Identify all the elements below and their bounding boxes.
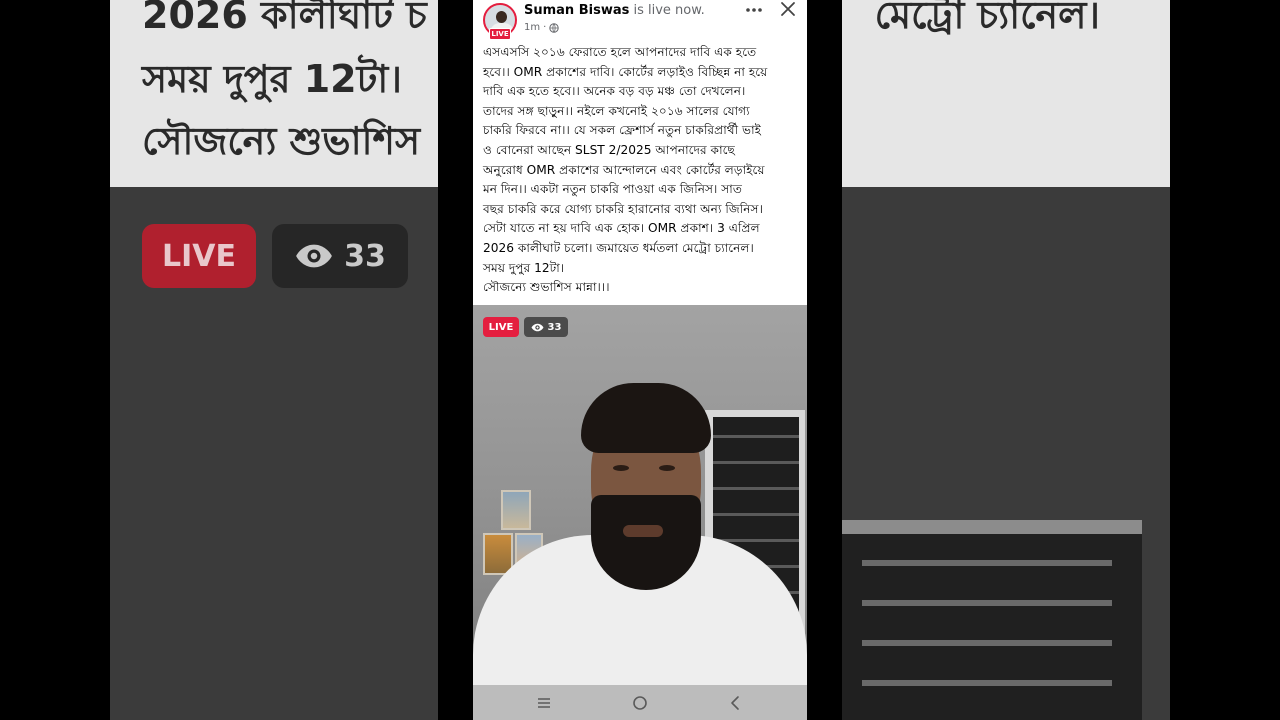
background-caption-area: মেট্রো চ্যানেল। bbox=[842, 0, 1170, 187]
home-icon bbox=[633, 696, 647, 710]
system-navigation-bar bbox=[473, 685, 807, 720]
background-live-badge: LIVE bbox=[142, 224, 256, 288]
live-video[interactable]: LIVE 33 bbox=[473, 305, 807, 685]
author-line: Suman Biswas is live now. bbox=[524, 3, 705, 18]
globe-icon bbox=[549, 22, 559, 33]
background-window bbox=[842, 520, 1142, 720]
caption-line: অনুরোধ OMR প্রকাশের আন্দোলনে এবং কোর্টের… bbox=[483, 162, 765, 177]
eye-icon bbox=[531, 323, 543, 331]
post-header: LIVE Suman Biswas is live now. 1m · bbox=[473, 0, 807, 40]
background-left-panel: 2026 কালীঘাট চ সময় দুপুর 12টা। সৌজন্যে … bbox=[110, 0, 438, 720]
close-icon bbox=[781, 2, 795, 16]
post-caption: এসএসসি ২০১৬ ফেরাতে হলে আপনাদের দাবি এক হ… bbox=[483, 43, 803, 298]
caption-line: 2026 কালীঘাট চলো। জমায়েত ধর্মতলা মেট্রো… bbox=[483, 240, 754, 255]
back-button[interactable] bbox=[726, 693, 746, 713]
caption-line: চাকরি ফিরবে না।। যে সকল ফ্রেশার্স নতুন চ… bbox=[483, 123, 761, 138]
caption-line: সময় দুপুর 12টা। bbox=[483, 260, 565, 275]
recents-button[interactable] bbox=[534, 693, 554, 713]
caption-line: হবে।। OMR প্রকাশের দাবি। কোর্টের লড়াইও … bbox=[483, 64, 768, 79]
post-meta: 1m · bbox=[524, 22, 559, 33]
background-caption-line: মেট্রো চ্যানেল। bbox=[874, 0, 1100, 37]
more-options-button[interactable] bbox=[743, 0, 765, 20]
screen: 2026 কালীঘাট চ সময় দুপুর 12টা। সৌজন্যে … bbox=[0, 0, 1280, 720]
caption-line: তাদের সঙ্গ ছাড়ুন।। নইলে কখনোই ২০১৬ সালে… bbox=[483, 103, 750, 118]
post-time: 1m bbox=[524, 22, 541, 33]
viewer-count-badge: 33 bbox=[524, 317, 568, 337]
streamer-eye bbox=[659, 465, 675, 471]
streamer-mouth bbox=[623, 525, 663, 537]
more-options-icon bbox=[746, 8, 762, 12]
caption-line: দাবি এক হতে হবে।। অনেক বড় বড় মঞ্চ তো দ… bbox=[483, 84, 746, 99]
wall-picture bbox=[501, 490, 531, 530]
background-caption-line: সৌজন্যে শুভাশিস bbox=[142, 119, 421, 163]
background-views-badge: 33 bbox=[272, 224, 408, 288]
background-caption-line: সময় দুপুর 12টা। bbox=[142, 57, 402, 101]
author-name[interactable]: Suman Biswas bbox=[524, 3, 629, 18]
background-caption-area: 2026 কালীঘাট চ সময় দুপুর 12টা। সৌজন্যে … bbox=[110, 0, 438, 187]
background-right-panel: মেট্রো চ্যানেল। bbox=[842, 0, 1170, 720]
home-button[interactable] bbox=[630, 693, 650, 713]
caption-line: সৌজন্যে শুভাশিস মান্না।।। bbox=[483, 280, 610, 295]
caption-line: মন দিন।। একটা নতুন চাকরি পাওয়া এক জিনিস… bbox=[483, 182, 742, 197]
phone-screen: LIVE Suman Biswas is live now. 1m · এসএস… bbox=[473, 0, 807, 720]
streamer-eye bbox=[613, 465, 629, 471]
eye-icon bbox=[296, 244, 332, 268]
close-button[interactable] bbox=[779, 0, 801, 20]
back-icon bbox=[731, 696, 739, 710]
caption-line: ও বোনেরা আছেন SLST 2/2025 আপনাদের কাছে bbox=[483, 142, 735, 157]
caption-line: এসএসসি ২০১৬ ফেরাতে হলে আপনাদের দাবি এক হ… bbox=[483, 45, 757, 59]
caption-line: সেটা যাতে না হয় দাবি এক হোক। OMR প্রকাশ… bbox=[483, 221, 760, 236]
avatar-live-badge: LIVE bbox=[489, 28, 511, 40]
background-view-count: 33 bbox=[344, 238, 386, 274]
live-status-text: is live now. bbox=[633, 3, 705, 18]
recents-icon bbox=[538, 698, 550, 708]
live-badge: LIVE bbox=[483, 317, 519, 337]
viewer-count: 33 bbox=[547, 321, 562, 333]
background-caption-line: 2026 কালীঘাট চ bbox=[142, 0, 427, 37]
caption-line: বছর চাকরি করে যোগ্য চাকরি হারানোর ব্যথা … bbox=[483, 201, 763, 216]
